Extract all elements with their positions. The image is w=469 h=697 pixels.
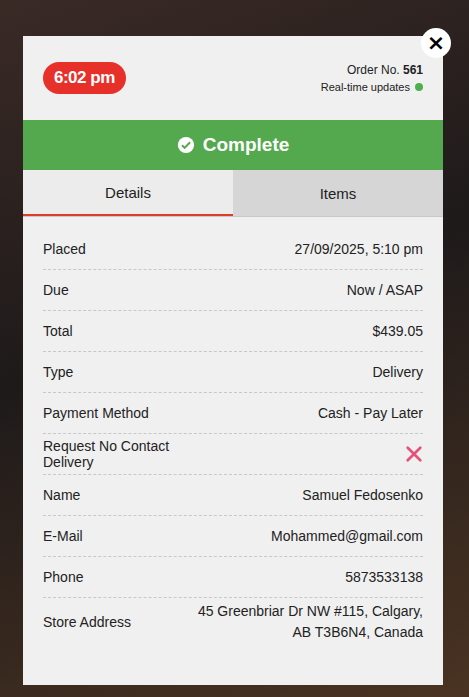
detail-label: Phone [43, 569, 83, 585]
live-dot-icon [415, 83, 423, 91]
detail-value: 45 Greenbriar Dr NW #115, Calgary, AB T3… [187, 601, 423, 643]
detail-value: Cash - Pay Later [318, 403, 423, 424]
detail-label: Total [43, 323, 73, 339]
detail-label: Name [43, 487, 80, 503]
detail-label: Store Address [43, 614, 131, 630]
order-meta: Order No. 561 Real-time updates [321, 63, 423, 93]
order-number: Order No. 561 [321, 63, 423, 77]
check-circle-icon [177, 136, 195, 154]
detail-row: E-Mail Mohammed@gmail.com [43, 516, 423, 557]
detail-label: Payment Method [43, 405, 149, 421]
detail-row: Placed 27/09/2025, 5:10 pm [43, 229, 423, 270]
status-bar: Complete [23, 120, 443, 170]
detail-flag [405, 445, 423, 463]
detail-row: Store Address 45 Greenbriar Dr NW #115, C… [43, 598, 423, 646]
order-header: 6:02 pm Order No. 561 Real-time updates [23, 36, 443, 120]
detail-value: 27/09/2025, 5:10 pm [295, 239, 423, 260]
tab[interactable]: Items [233, 170, 443, 216]
detail-row: Phone 5873533138 [43, 557, 423, 598]
tab[interactable]: Details [23, 170, 233, 216]
detail-value: 5873533138 [345, 567, 423, 588]
detail-value: Samuel Fedosenko [302, 485, 423, 506]
detail-value: Delivery [372, 362, 423, 383]
detail-row: Type Delivery [43, 352, 423, 393]
detail-row: Total $439.05 [43, 311, 423, 352]
page-backdrop: × 6:02 pm Order No. 561 Real-time updates Co… [0, 0, 469, 697]
detail-value: $439.05 [372, 321, 423, 342]
detail-label: E-Mail [43, 528, 83, 544]
detail-value: Now / ASAP [347, 280, 423, 301]
detail-label: Request No Contact Delivery [43, 438, 213, 470]
detail-label: Type [43, 364, 73, 380]
close-button[interactable]: × [421, 28, 451, 58]
tab-bar: DetailsItems [23, 170, 443, 217]
detail-row: Due Now / ASAP [43, 270, 423, 311]
time-badge: 6:02 pm [43, 62, 126, 94]
live-status: Real-time updates [321, 81, 423, 93]
detail-row: Payment Method Cash - Pay Later [43, 393, 423, 434]
detail-label: Placed [43, 241, 86, 257]
detail-row: Request No Contact Delivery [43, 434, 423, 475]
detail-row: Name Samuel Fedosenko [43, 475, 423, 516]
cross-icon [405, 445, 423, 463]
detail-value: Mohammed@gmail.com [271, 526, 423, 547]
detail-label: Due [43, 282, 69, 298]
order-modal: 6:02 pm Order No. 561 Real-time updates Com… [23, 36, 443, 685]
details-list: Placed 27/09/2025, 5:10 pm Due Now / ASAP To… [23, 217, 443, 646]
